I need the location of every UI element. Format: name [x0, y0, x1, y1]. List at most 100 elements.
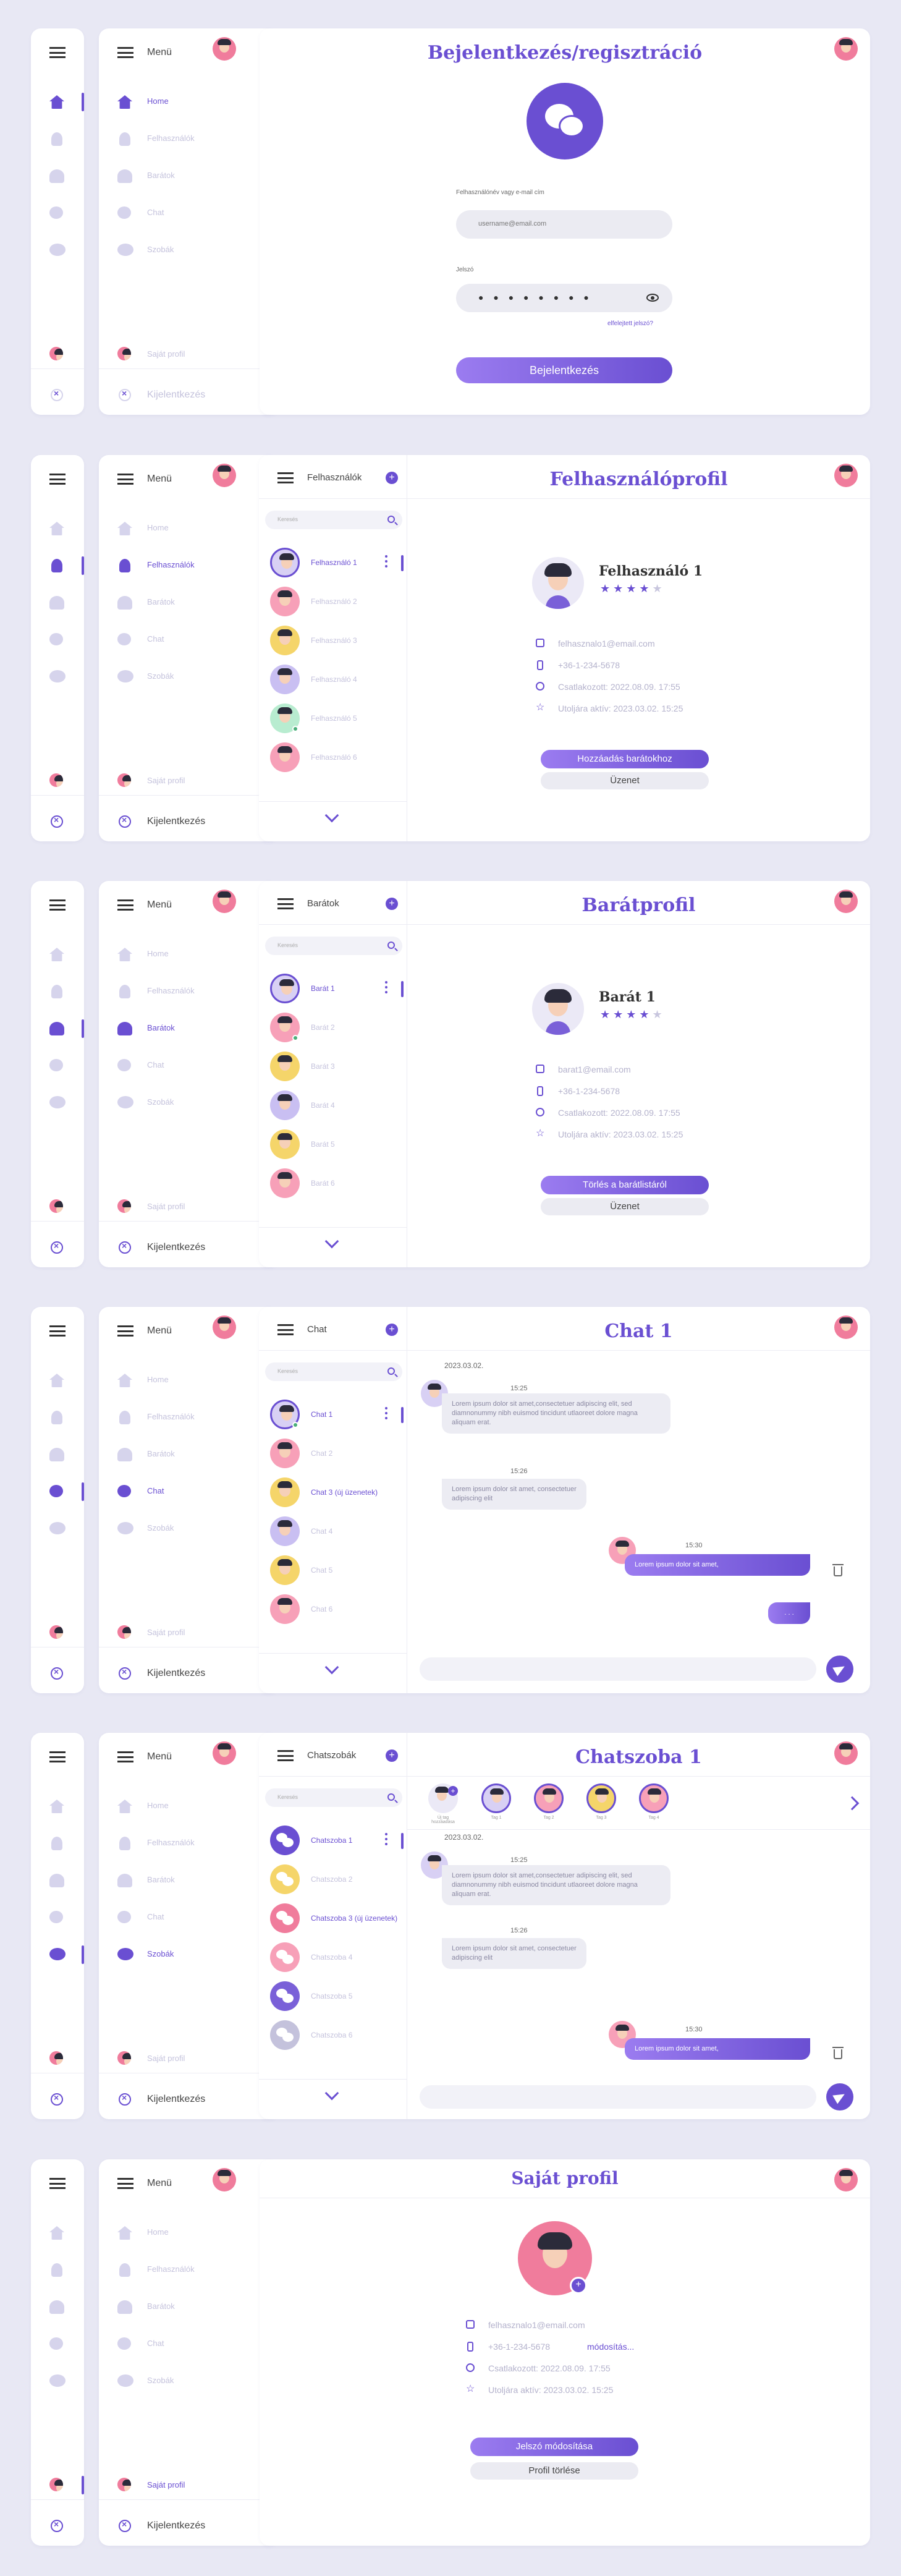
chevron-right-icon[interactable] — [845, 1796, 860, 1811]
add-member-button[interactable]: + Új tag hozzáadása — [427, 1783, 459, 1826]
logout-button[interactable]: Kijelentkezés — [147, 816, 205, 827]
profile-avatar[interactable] — [49, 1625, 63, 1639]
rail-home[interactable] — [31, 517, 84, 542]
list-item[interactable]: Chat 4 — [270, 1516, 406, 1547]
hamburger-icon[interactable] — [117, 899, 133, 911]
menu-item-chat[interactable]: Chat — [99, 2332, 278, 2357]
menu-item-rooms[interactable]: Szobák — [99, 2370, 278, 2394]
logout-button[interactable]: Kijelentkezés — [147, 2520, 205, 2531]
rail-chat[interactable] — [31, 628, 84, 653]
list-item[interactable]: Barát 5 — [270, 1129, 406, 1160]
rail-friends[interactable] — [31, 1017, 84, 1042]
list-item[interactable]: Felhasználó 6 — [270, 742, 406, 773]
list-item[interactable]: Barát 4 — [270, 1090, 406, 1121]
username-field[interactable]: username@email.com — [456, 210, 672, 239]
profile-avatar[interactable] — [49, 2478, 63, 2491]
logout-button[interactable]: Kijelentkezés — [147, 2094, 205, 2105]
user-avatar[interactable] — [213, 464, 236, 487]
own-profile-link[interactable]: Saját profil — [147, 1202, 185, 1211]
message-button[interactable]: Üzenet — [541, 772, 709, 789]
menu-item-friends[interactable]: Barátok — [99, 1017, 278, 1042]
user-avatar[interactable] — [213, 1316, 236, 1339]
edit-phone-link[interactable]: módosítás... — [587, 2342, 634, 2352]
menu-item-users[interactable]: Felhasználók — [99, 2258, 278, 2283]
rail-users[interactable] — [31, 554, 84, 579]
menu-item-rooms[interactable]: Szobák — [99, 1091, 278, 1116]
hamburger-icon[interactable] — [49, 899, 66, 911]
menu-item-users[interactable]: Felhasználók — [99, 1406, 278, 1430]
logout-button[interactable]: Kijelentkezés — [147, 389, 205, 401]
menu-item-users[interactable]: Felhasználók — [99, 1832, 278, 1856]
hamburger-icon[interactable] — [49, 1325, 66, 1337]
send-icon[interactable] — [826, 2083, 853, 2111]
rail-chat[interactable] — [31, 1480, 84, 1505]
more-icon[interactable] — [385, 1407, 387, 1409]
send-icon[interactable] — [826, 1656, 853, 1683]
chevron-down-icon[interactable] — [324, 1660, 339, 1675]
rail-users[interactable] — [31, 980, 84, 1005]
forgot-password-link[interactable]: elfelejtett jelszó? — [607, 320, 653, 327]
menu-item-rooms[interactable]: Szobák — [99, 239, 278, 263]
menu-item-friends[interactable]: Barátok — [99, 2295, 278, 2320]
member-avatar[interactable]: Tag 4 — [638, 1783, 670, 1826]
login-button[interactable]: Bejelentkezés — [456, 357, 672, 383]
user-avatar[interactable] — [834, 890, 858, 913]
rail-chat[interactable] — [31, 1054, 84, 1079]
rail-friends[interactable] — [31, 1443, 84, 1468]
search-input[interactable]: Keresés — [265, 1788, 402, 1807]
menu-item-friends[interactable]: Barátok — [99, 164, 278, 189]
menu-item-home[interactable]: Home — [99, 943, 278, 967]
rail-friends[interactable] — [31, 164, 84, 189]
logout-icon[interactable] — [51, 815, 63, 828]
more-icon[interactable] — [385, 1833, 387, 1835]
list-item[interactable]: Chat 5 — [270, 1555, 406, 1586]
search-icon[interactable] — [387, 1367, 395, 1375]
eye-icon[interactable] — [646, 294, 659, 302]
chevron-down-icon[interactable] — [324, 2086, 339, 2101]
logout-button[interactable]: Kijelentkezés — [147, 1668, 205, 1679]
logout-button[interactable]: Kijelentkezés — [147, 1242, 205, 1253]
list-item[interactable]: Chatszoba 4 — [270, 1942, 406, 1973]
rail-users[interactable] — [31, 2258, 84, 2283]
rail-home[interactable] — [31, 90, 84, 115]
rail-users[interactable] — [31, 1832, 84, 1856]
list-item[interactable]: Chatszoba 6 — [270, 2020, 406, 2051]
menu-item-users[interactable]: Felhasználók — [99, 980, 278, 1005]
user-avatar[interactable] — [834, 2168, 858, 2191]
logout-icon[interactable] — [51, 388, 63, 401]
menu-item-home[interactable]: Home — [99, 1369, 278, 1393]
hamburger-icon[interactable] — [117, 47, 133, 58]
list-item[interactable]: Felhasználó 5 — [270, 704, 406, 734]
menu-item-users[interactable]: Felhasználók — [99, 127, 278, 152]
rail-chat[interactable] — [31, 1906, 84, 1931]
own-profile-link[interactable]: Saját profil — [147, 2480, 185, 2489]
profile-avatar[interactable] — [49, 1199, 63, 1213]
delete-profile-button[interactable]: Profil törlése — [470, 2462, 638, 2480]
hamburger-icon[interactable] — [49, 1751, 66, 1762]
list-item[interactable]: Chat 6 — [270, 1594, 406, 1625]
add-icon[interactable]: + — [386, 1749, 398, 1762]
rail-rooms[interactable] — [31, 2370, 84, 2394]
own-profile-link[interactable]: Saját profil — [147, 349, 185, 359]
rail-home[interactable] — [31, 2221, 84, 2246]
logout-icon[interactable] — [51, 2519, 63, 2532]
message-input[interactable] — [420, 1657, 816, 1681]
list-item[interactable]: Chatszoba 3 (új üzenetek) — [270, 1903, 406, 1934]
logout-icon[interactable] — [51, 1667, 63, 1680]
rail-rooms[interactable] — [31, 1943, 84, 1968]
search-input[interactable]: Keresés — [265, 511, 402, 529]
list-item[interactable]: Barát 2 — [270, 1013, 406, 1044]
rail-chat[interactable] — [31, 202, 84, 226]
list-item[interactable]: Barát 3 — [270, 1052, 406, 1082]
list-item[interactable]: Felhasználó 3 — [270, 626, 406, 657]
list-item[interactable]: Chatszoba 5 — [270, 1981, 406, 2012]
hamburger-icon[interactable] — [277, 1750, 294, 1761]
add-icon[interactable]: + — [386, 898, 398, 910]
list-item[interactable]: Felhasználó 1 — [270, 548, 406, 579]
add-icon[interactable]: + — [386, 472, 398, 484]
add-icon[interactable]: + — [386, 1324, 398, 1336]
message-input[interactable] — [420, 2085, 816, 2109]
menu-item-chat[interactable]: Chat — [99, 628, 278, 653]
hamburger-icon[interactable] — [49, 474, 66, 485]
chevron-down-icon[interactable] — [324, 808, 339, 823]
